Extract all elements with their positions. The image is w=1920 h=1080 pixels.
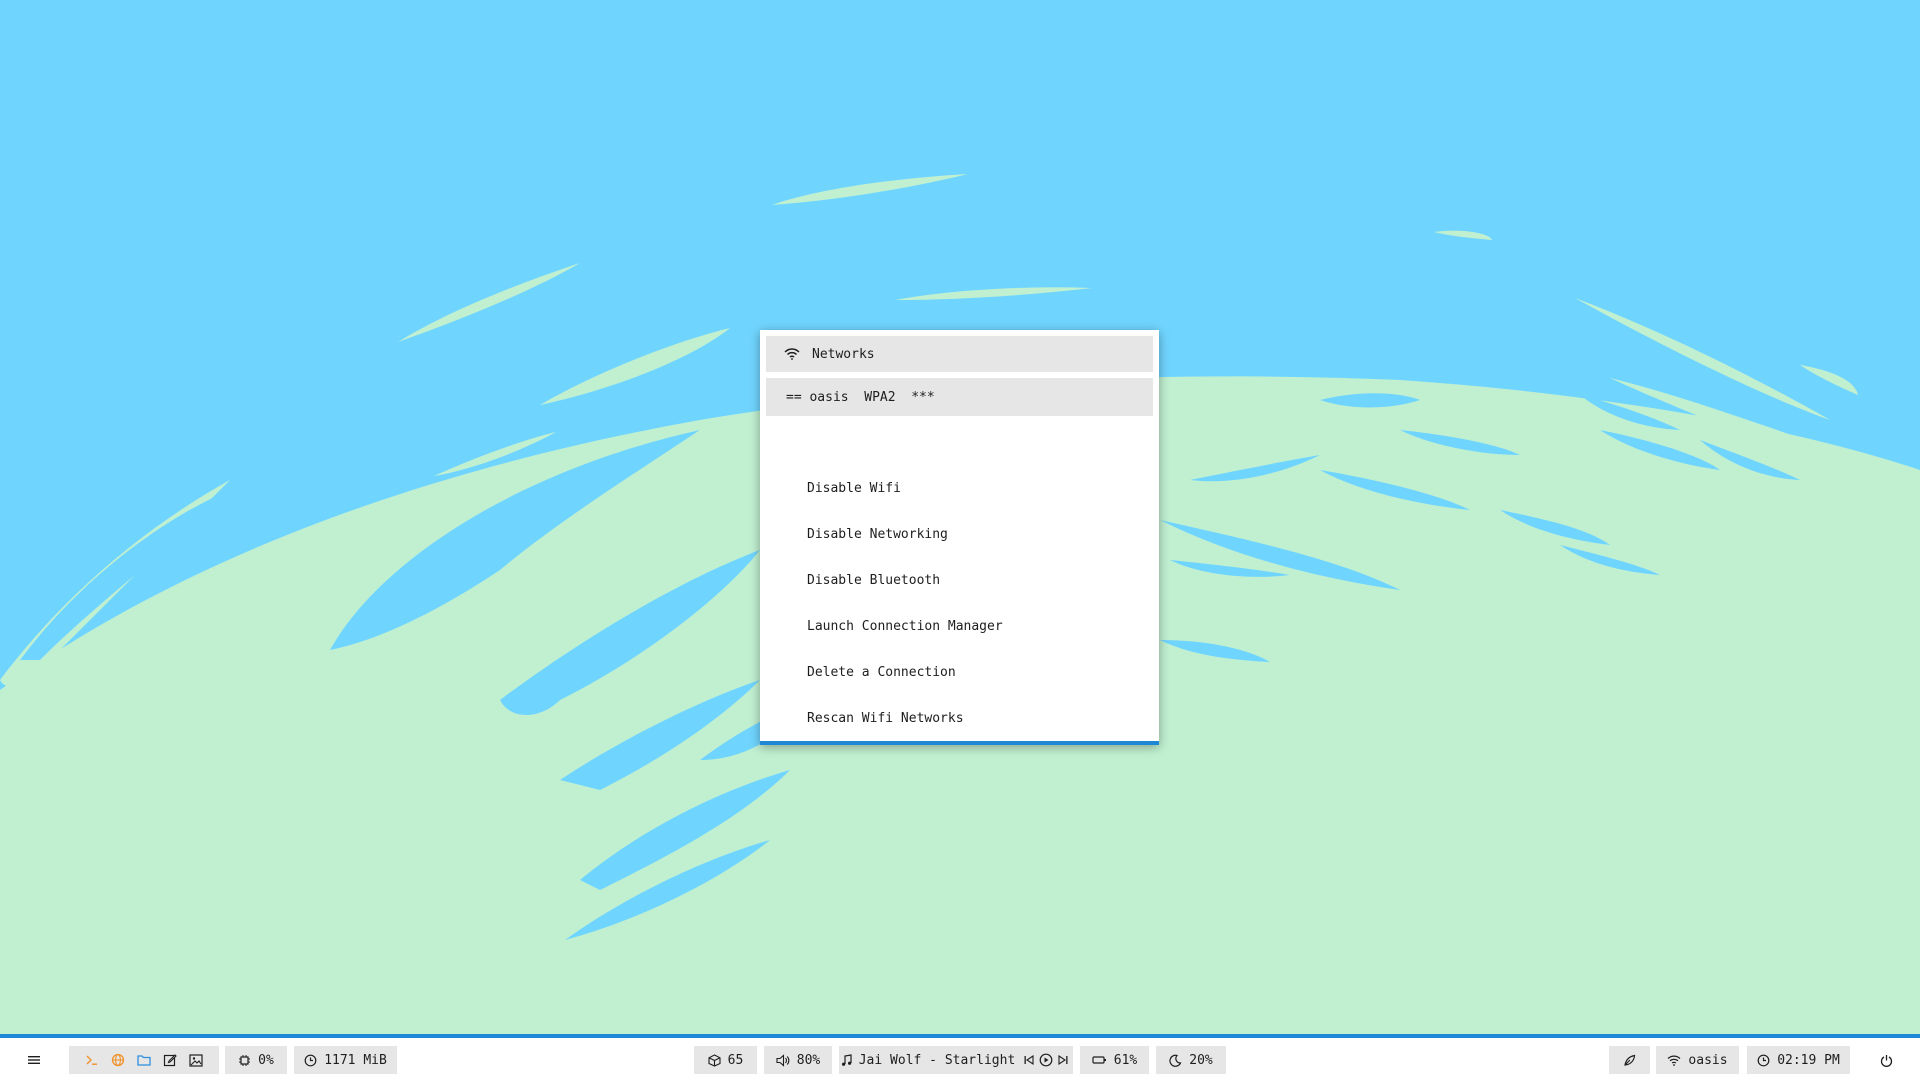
status-bar: 0% 1171 MiB 65 80% Jai Wolf - Starlight … (0, 1034, 1920, 1080)
play-icon[interactable] (1039, 1053, 1053, 1067)
clock-icon (304, 1054, 317, 1067)
battery-value: 61% (1113, 1052, 1138, 1068)
clock-time: 02:19 PM (1777, 1052, 1840, 1068)
music-note-icon (841, 1053, 852, 1067)
power-icon[interactable] (1874, 1046, 1898, 1074)
brightness-value: 20% (1189, 1052, 1213, 1068)
wifi-module[interactable]: oasis (1656, 1046, 1739, 1074)
leaf-icon (1623, 1054, 1636, 1067)
edit-icon[interactable] (163, 1053, 177, 1067)
music-module: Jai Wolf - Starlight (839, 1046, 1073, 1074)
updates-module[interactable]: 65 (694, 1046, 757, 1074)
networks-header: Networks (766, 336, 1153, 372)
folder-icon[interactable] (137, 1054, 151, 1066)
next-track-icon[interactable] (1057, 1054, 1069, 1066)
networks-header-label: Networks (812, 346, 875, 362)
network-item-oasis[interactable]: == oasis WPA2 *** (766, 378, 1153, 416)
rescan-wifi-item[interactable]: Rescan Wifi Networks (807, 711, 964, 726)
disable-wifi-item[interactable]: Disable Wifi (807, 481, 901, 496)
speaker-icon (776, 1053, 790, 1067)
battery-icon (1092, 1055, 1107, 1065)
package-icon (708, 1053, 721, 1067)
delete-connection-item[interactable]: Delete a Connection (807, 665, 956, 680)
launch-connection-manager-item[interactable]: Launch Connection Manager (807, 619, 1003, 634)
disable-bluetooth-item[interactable]: Disable Bluetooth (807, 573, 940, 588)
cpu-module[interactable]: 0% (225, 1046, 287, 1074)
disable-networking-item[interactable]: Disable Networking (807, 527, 948, 542)
app-launcher (69, 1046, 219, 1074)
previous-track-icon[interactable] (1023, 1054, 1035, 1066)
volume-module[interactable]: 80% (764, 1046, 832, 1074)
updates-count: 65 (727, 1052, 744, 1068)
moon-icon (1169, 1054, 1182, 1067)
hamburger-icon[interactable] (22, 1046, 46, 1074)
cpu-value: 0% (258, 1052, 274, 1068)
battery-module[interactable]: 61% (1080, 1046, 1149, 1074)
image-viewer-icon[interactable] (189, 1053, 203, 1067)
memory-value: 1171 MiB (324, 1052, 387, 1068)
volume-value: 80% (796, 1052, 821, 1068)
terminal-icon[interactable] (85, 1054, 99, 1066)
wifi-icon (784, 347, 800, 361)
browser-globe-icon[interactable] (111, 1053, 125, 1067)
brightness-module[interactable]: 20% (1156, 1046, 1226, 1074)
clock-icon (1757, 1054, 1770, 1067)
clock-module[interactable]: 02:19 PM (1747, 1046, 1850, 1074)
cpu-icon (238, 1054, 251, 1067)
wifi-network-name: oasis (1688, 1052, 1728, 1068)
memory-module[interactable]: 1171 MiB (294, 1046, 397, 1074)
wifi-icon (1667, 1055, 1681, 1066)
network-menu: Networks == oasis WPA2 *** Disable Wifi … (760, 330, 1159, 745)
now-playing-text: Jai Wolf - Starlight (858, 1052, 1016, 1068)
settings-module[interactable] (1609, 1046, 1650, 1074)
